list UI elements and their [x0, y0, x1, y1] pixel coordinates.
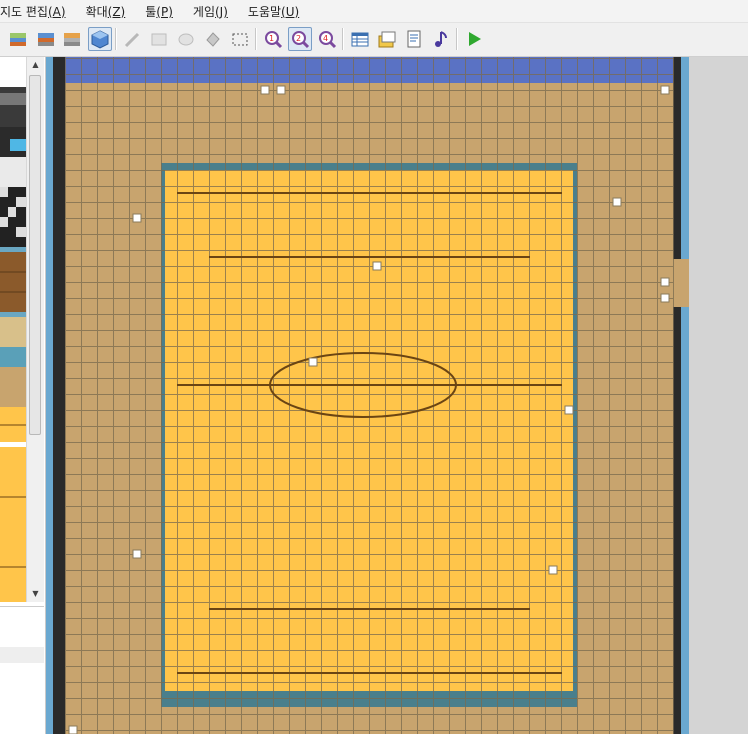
- toolbar-separator: [456, 28, 458, 50]
- menu-item-accelerator: (P): [156, 4, 173, 19]
- menu-item-accelerator: (J): [215, 4, 228, 19]
- event-marker: [548, 565, 558, 575]
- svg-text:4: 4: [323, 34, 328, 43]
- event-marker: [660, 277, 670, 287]
- layer-3-button[interactable]: [60, 27, 84, 51]
- left-wall: [53, 57, 65, 734]
- material-icon: [378, 31, 396, 48]
- ellipse-icon: [178, 33, 194, 46]
- map-tiles[interactable]: [46, 57, 689, 734]
- event-marker: [612, 197, 622, 207]
- database-icon: [351, 32, 369, 47]
- right-wall: [673, 57, 681, 734]
- event-marker: [660, 85, 670, 95]
- menu-item-label: 도움말: [247, 4, 282, 19]
- event-layer-button[interactable]: [88, 27, 112, 51]
- tileset-panel: ▲ ▼: [0, 57, 44, 735]
- event-marker: [68, 725, 78, 734]
- rectangle-button[interactable]: [147, 27, 171, 51]
- toolbar: 1 2 4: [0, 23, 748, 57]
- event-marker: [260, 85, 270, 95]
- sound-icon: [435, 31, 447, 47]
- toolbar-separator: [342, 28, 344, 50]
- menu-item-label: 지도 편집: [0, 4, 48, 19]
- menu-item-accelerator: (A): [47, 4, 66, 19]
- layer-1-button[interactable]: [6, 27, 30, 51]
- svg-text:1: 1: [269, 34, 274, 43]
- event-marker: [276, 85, 286, 95]
- zoom-1x-icon: 1: [265, 31, 283, 49]
- layer-2-button[interactable]: [34, 27, 58, 51]
- database-button[interactable]: [348, 27, 372, 51]
- toolbar-separator: [115, 28, 117, 50]
- map-canvas[interactable]: [45, 57, 689, 734]
- scrollbar-thumb[interactable]: [29, 75, 41, 435]
- menu-item-2[interactable]: 툴(P): [145, 3, 180, 20]
- fill-button[interactable]: [201, 27, 225, 51]
- map-tree-selected-row[interactable]: [0, 647, 44, 663]
- menu-item-label: 툴: [145, 4, 157, 19]
- pencil-icon: [124, 32, 140, 48]
- select-button[interactable]: [228, 27, 252, 51]
- scroll-down-arrow-icon[interactable]: ▼: [27, 586, 44, 602]
- svg-text:2: 2: [296, 34, 301, 43]
- zoom-half-button[interactable]: 2: [288, 27, 312, 51]
- tileset-scrollbar[interactable]: ▲ ▼: [26, 57, 44, 602]
- menu-item-label: 게임: [192, 4, 215, 19]
- select-icon: [232, 33, 248, 46]
- toolbar-separator: [255, 28, 257, 50]
- menu-item-3[interactable]: 게임(J): [193, 3, 235, 20]
- menu-item-accelerator: (Z): [107, 4, 126, 19]
- rectangle-icon: [151, 33, 167, 46]
- event-marker: [308, 357, 318, 367]
- tileset-graphic: [0, 57, 26, 602]
- menu-item-accelerator: (U): [281, 4, 300, 19]
- scroll-up-arrow-icon[interactable]: ▲: [27, 57, 44, 73]
- door-opening: [673, 259, 689, 307]
- zoom-quarter-icon: 4: [319, 31, 337, 49]
- map-outside-area: [689, 57, 748, 734]
- zoom-half-icon: 2: [292, 31, 310, 49]
- sound-button[interactable]: [429, 27, 453, 51]
- script-icon: [407, 30, 421, 48]
- menu-item-1[interactable]: 확대(Z): [86, 3, 133, 20]
- layer-3-icon: [64, 33, 80, 46]
- zoom-1x-button[interactable]: 1: [261, 27, 285, 51]
- event-layer-icon: [91, 30, 109, 49]
- event-marker: [564, 405, 574, 415]
- event-marker: [660, 293, 670, 303]
- menu-item-4[interactable]: 도움말(U): [248, 3, 306, 20]
- event-marker: [132, 549, 142, 559]
- menu-item-0[interactable]: 지도 편집(A): [0, 3, 73, 20]
- map-tree-panel[interactable]: [0, 606, 44, 735]
- fill-icon: [206, 32, 220, 47]
- pencil-button[interactable]: [120, 27, 144, 51]
- zoom-quarter-button[interactable]: 4: [315, 27, 339, 51]
- script-button[interactable]: [402, 27, 426, 51]
- playtest-icon: [469, 32, 481, 46]
- playtest-button[interactable]: [462, 27, 486, 51]
- menu-bar: 지도 편집(A) 확대(Z) 툴(P) 게임(J) 도움말(U): [0, 0, 748, 23]
- event-marker: [372, 261, 382, 271]
- material-button[interactable]: [375, 27, 399, 51]
- tileset-preview[interactable]: [0, 57, 26, 602]
- event-marker: [132, 213, 142, 223]
- layer-2-icon: [38, 33, 54, 46]
- ellipse-button[interactable]: [174, 27, 198, 51]
- menu-item-label: 확대: [85, 4, 108, 19]
- layer-1-icon: [10, 33, 26, 46]
